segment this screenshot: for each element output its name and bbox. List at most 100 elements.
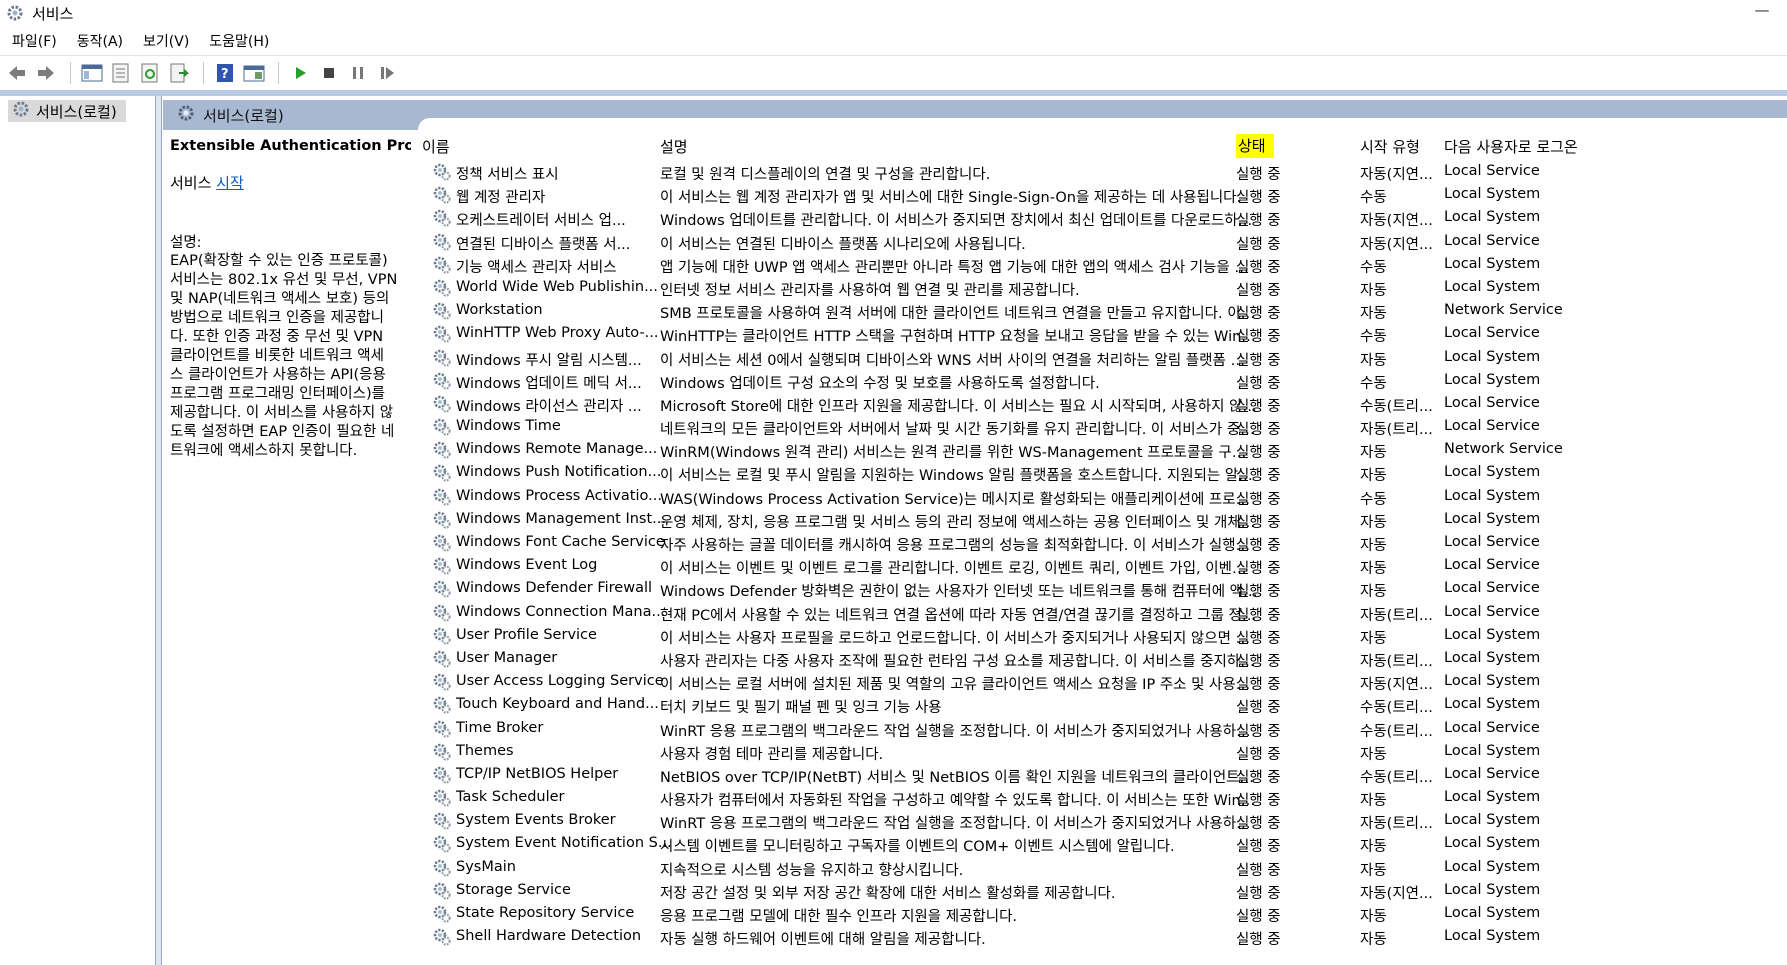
- window-title: 서비스: [32, 4, 74, 23]
- service-gear-icon: [432, 719, 452, 739]
- table-row[interactable]: SysMain 지속적으로 시스템 성능을 유지하고 향상시킵니다. 실행 중 자동 L…: [418, 857, 1787, 880]
- resume-service-icon[interactable]: [374, 60, 400, 86]
- service-gear-icon: [432, 371, 452, 391]
- service-name: Windows Remote Manage...: [456, 441, 658, 458]
- service-description-cell: WAS(Windows Process Activation Service)는…: [660, 491, 1258, 508]
- service-log-on-as: Local System: [1444, 487, 1541, 504]
- service-name: Windows Push Notification...: [456, 464, 662, 481]
- service-log-on-as: Local System: [1444, 858, 1541, 875]
- column-header-startup-type[interactable]: 시작 유형: [1360, 136, 1420, 157]
- service-startup-type: 자동: [1360, 932, 1387, 949]
- table-row[interactable]: User Access Logging Service 이 서비스는 로컬 서버에…: [418, 671, 1787, 694]
- service-status: 실행 중: [1236, 398, 1281, 415]
- table-row[interactable]: Windows Connection Mana... 현재 PC에서 사용할 수 …: [418, 602, 1787, 625]
- show-console-icon[interactable]: [241, 60, 267, 86]
- table-row[interactable]: 기능 액세스 관리자 서비스 앱 기능에 대한 UWP 앱 액세스 관리뿐만 아니…: [418, 254, 1787, 277]
- service-startup-type: 수동: [1360, 190, 1387, 207]
- table-row[interactable]: Windows Defender Firewall Windows Defende…: [418, 578, 1787, 601]
- properties-icon[interactable]: [108, 60, 134, 86]
- table-row[interactable]: System Events Broker WinRT 응용 프로그램의 백그라운드…: [418, 810, 1787, 833]
- table-row[interactable]: Themes 사용자 경험 테마 관리를 제공합니다. 실행 중 자동 Local Sy…: [418, 741, 1787, 764]
- table-row[interactable]: Time Broker WinRT 응용 프로그램의 백그라운드 작업 실행을 조…: [418, 718, 1787, 741]
- service-status: 실행 중: [1236, 584, 1281, 601]
- table-row[interactable]: TCP/IP NetBIOS Helper NetBIOS over TCP/IP…: [418, 764, 1787, 787]
- service-gear-icon: [432, 278, 452, 298]
- table-row[interactable]: Windows Management Inst... 운영 체제, 장치, 응용 …: [418, 509, 1787, 532]
- table-row[interactable]: User Manager 사용자 관리자는 다중 사용자 조작에 필요한 런타임 …: [418, 648, 1787, 671]
- service-gear-icon: [432, 533, 452, 553]
- service-log-on-as: Network Service: [1444, 302, 1563, 319]
- service-gear-icon: [432, 232, 452, 252]
- service-log-on-as: Local Service: [1444, 163, 1540, 179]
- pause-service-icon[interactable]: [345, 60, 371, 86]
- service-description-cell: WinRT 응용 프로그램의 백그라운드 작업 실행을 조정합니다. 이 서비스…: [660, 723, 1258, 740]
- table-row[interactable]: Touch Keyboard and Hand... 터치 키보드 및 필기 패널…: [418, 694, 1787, 717]
- column-header-description[interactable]: 설명: [660, 136, 688, 157]
- table-row[interactable]: 연결된 디바이스 플랫폼 서... 이 서비스는 연결된 디바이스 플랫폼 시나리…: [418, 231, 1787, 254]
- services-gear-icon: [6, 4, 24, 22]
- tree-node-services-local[interactable]: 서비스(로컬): [8, 100, 126, 122]
- column-header-name[interactable]: 이름: [422, 136, 450, 157]
- service-startup-type: 자동(지연...: [1360, 236, 1433, 253]
- table-row[interactable]: Task Scheduler 사용자가 컴퓨터에서 자동화된 작업을 구성하고 예…: [418, 787, 1787, 810]
- service-gear-icon: [432, 695, 452, 715]
- service-startup-type: 자동: [1360, 862, 1387, 879]
- service-gear-icon: [432, 301, 452, 321]
- table-row[interactable]: Windows Process Activatio... WAS(Windows …: [418, 486, 1787, 509]
- stop-service-icon[interactable]: [316, 60, 342, 86]
- menu-help[interactable]: 도움말(H): [209, 31, 269, 51]
- table-row[interactable]: Windows 업데이트 메딕 서... Windows 업데이트 구성 요소의 …: [418, 370, 1787, 393]
- service-name: 연결된 디바이스 플랫폼 서...: [456, 236, 631, 253]
- column-header-status[interactable]: 상태: [1236, 134, 1274, 158]
- show-hide-tree-icon[interactable]: [79, 60, 105, 86]
- service-status: 실행 중: [1236, 769, 1281, 786]
- service-status: 실행 중: [1236, 514, 1281, 531]
- table-row[interactable]: World Wide Web Publishin... 인터넷 정보 서비스 관리…: [418, 277, 1787, 300]
- refresh-icon[interactable]: [137, 60, 163, 86]
- table-row[interactable]: Shell Hardware Detection 자동 실행 하드웨어 이벤트에 …: [418, 926, 1787, 949]
- service-name: Windows Defender Firewall: [456, 580, 653, 597]
- table-row[interactable]: Windows Time 네트워크의 모든 클라이언트와 서버에서 날짜 및 시간…: [418, 416, 1787, 439]
- table-row[interactable]: Windows Remote Manage... WinRM(Windows 원격…: [418, 439, 1787, 462]
- service-log-on-as: Local System: [1444, 464, 1541, 481]
- service-name: Windows 업데이트 메딕 서...: [456, 375, 642, 392]
- export-list-icon[interactable]: [166, 60, 192, 86]
- table-row[interactable]: Workstation SMB 프로토콜을 사용하여 원격 서버에 대한 클라이언…: [418, 300, 1787, 323]
- table-row[interactable]: 오케스트레이터 서비스 업... Windows 업데이트를 관리합니다. 이 서…: [418, 207, 1787, 230]
- minimize-button[interactable]: —: [1751, 3, 1773, 20]
- table-row[interactable]: 정책 서비스 표시 로컬 및 원격 디스플레이의 연결 및 구성을 관리합니다. 실…: [418, 161, 1787, 184]
- table-row[interactable]: Windows Font Cache Service 자주 사용하는 글꼴 데이터…: [418, 532, 1787, 555]
- menu-bar: 파일(F) 동작(A) 보기(V) 도움말(H): [0, 28, 1787, 54]
- back-icon[interactable]: [4, 60, 30, 86]
- table-row[interactable]: WinHTTP Web Proxy Auto-... WinHTTP는 클라이언트…: [418, 323, 1787, 346]
- forward-icon[interactable]: [33, 60, 59, 86]
- service-startup-type: 자동: [1360, 538, 1387, 554]
- menu-view[interactable]: 보기(V): [143, 31, 189, 51]
- table-row[interactable]: User Profile Service 이 서비스는 사용자 프로필을 로드하고…: [418, 625, 1787, 648]
- service-status: 실행 중: [1236, 375, 1281, 392]
- table-row[interactable]: System Event Notification S... 시스템 이벤트를 모…: [418, 833, 1787, 856]
- table-row[interactable]: Windows 라이선스 관리자 ... Microsoft Store에 대한 …: [418, 393, 1787, 416]
- table-row[interactable]: Storage Service 저장 공간 설정 및 외부 저장 공간 확장에 대…: [418, 880, 1787, 903]
- start-service-link[interactable]: 시작: [216, 174, 244, 192]
- menu-file[interactable]: 파일(F): [12, 31, 57, 51]
- service-startup-type: 자동: [1360, 282, 1387, 299]
- service-name: Time Broker: [456, 719, 544, 736]
- table-row[interactable]: Windows 푸시 알림 시스템... 이 서비스는 세션 0에서 실행되며 디…: [418, 347, 1787, 370]
- table-row[interactable]: Windows Event Log 이 서비스는 이벤트 및 이벤트 로그를 관리…: [418, 555, 1787, 578]
- service-status: 실행 중: [1236, 793, 1281, 810]
- column-header-log-on-as[interactable]: 다음 사용자로 로그온: [1444, 136, 1578, 157]
- help-icon[interactable]: ?: [212, 60, 238, 86]
- start-service-icon[interactable]: [287, 60, 313, 86]
- service-startup-type: 수동: [1360, 329, 1387, 346]
- service-log-on-as: Local System: [1444, 881, 1541, 898]
- menu-action[interactable]: 동작(A): [77, 31, 123, 51]
- service-name: State Repository Service: [456, 905, 635, 921]
- table-row[interactable]: State Repository Service 응용 프로그램 모델에 대한 필…: [418, 903, 1787, 926]
- table-row[interactable]: 웹 계정 관리자 이 서비스는 웹 계정 관리자가 앱 및 서비스에 대한 Sin…: [418, 184, 1787, 207]
- pane-splitter[interactable]: [156, 96, 162, 965]
- service-startup-type: 수동(트리...: [1360, 700, 1433, 717]
- table-row[interactable]: Windows Push Notification... 이 서비스는 로컬 및 …: [418, 462, 1787, 485]
- service-gear-icon: [432, 649, 452, 669]
- service-name: TCP/IP NetBIOS Helper: [456, 765, 619, 782]
